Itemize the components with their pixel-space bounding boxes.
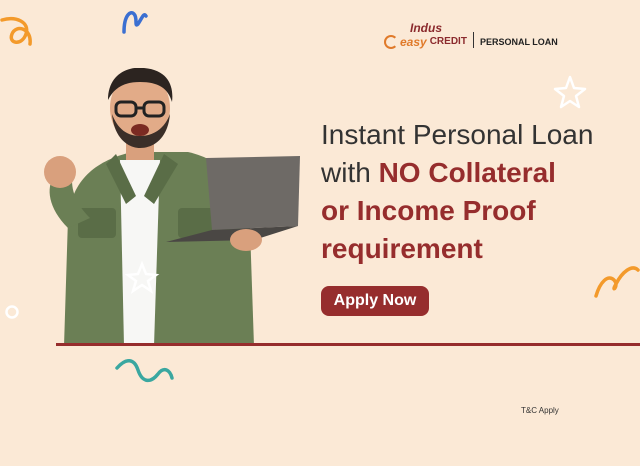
headline-line-2: with NO Collateral bbox=[321, 154, 621, 192]
blue-squiggle-icon bbox=[122, 11, 148, 34]
logo-divider bbox=[472, 32, 474, 48]
headline-line-2-prefix: with bbox=[321, 157, 379, 188]
headline-line-4: requirement bbox=[321, 233, 483, 264]
headline-highlight-collateral: NO Collateral bbox=[378, 157, 556, 188]
ring-icon bbox=[5, 305, 19, 319]
headline-line-1: Instant Personal Loan bbox=[321, 119, 594, 150]
product-label: PERSONAL LOAN bbox=[479, 37, 558, 47]
loan-ad-banner[interactable]: Indus easy CREDIT PERSONAL LOAN Instant … bbox=[0, 0, 640, 466]
teal-squiggle-icon bbox=[115, 359, 174, 383]
brand-logo: Indus easy CREDIT PERSONAL LOAN bbox=[384, 22, 558, 49]
headline-line-3: or Income Proof bbox=[321, 195, 536, 226]
bottom-divider-line bbox=[56, 343, 640, 346]
indus-easy-credit-logo: Indus easy CREDIT bbox=[384, 22, 467, 49]
logo-credit-text: CREDIT bbox=[429, 36, 467, 47]
logo-indus-text: Indus bbox=[410, 21, 442, 35]
orange-squiggle-icon bbox=[0, 17, 32, 46]
logo-easy-text: easy bbox=[400, 35, 427, 49]
man-with-laptop-illustration bbox=[44, 68, 300, 346]
apply-now-button[interactable]: Apply Now bbox=[321, 286, 429, 316]
logo-swoosh-icon bbox=[384, 35, 398, 49]
star-outline-icon bbox=[553, 75, 587, 109]
terms-and-conditions-note: T&C Apply bbox=[521, 406, 559, 415]
headline: Instant Personal Loan with NO Collateral… bbox=[321, 116, 621, 268]
